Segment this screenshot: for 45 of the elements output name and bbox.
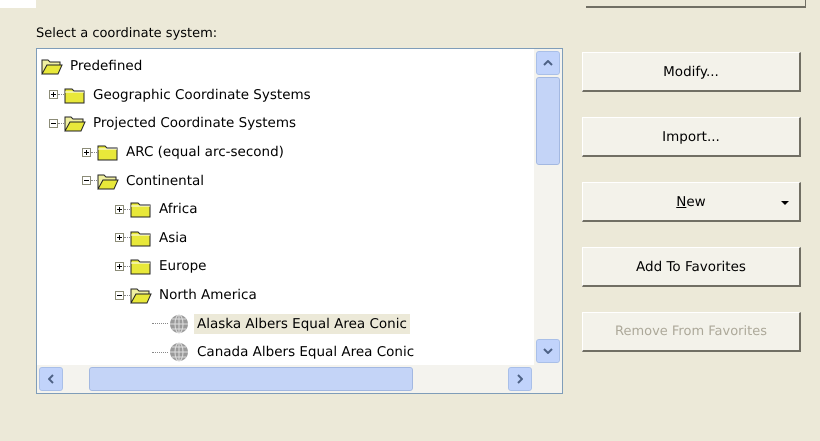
- folder-icon: [64, 86, 86, 104]
- folder-icon: [130, 257, 152, 276]
- action-button[interactable]: Modify...: [582, 52, 801, 92]
- horizontal-scrollbar[interactable]: [37, 365, 562, 393]
- tree-item[interactable]: Geographic Coordinate Systems: [90, 84, 314, 105]
- tree-item[interactable]: Projected Coordinate Systems: [90, 113, 300, 134]
- button-edge[interactable]: [586, 0, 806, 8]
- open-folder-icon: [64, 114, 86, 132]
- tree-item[interactable]: Predefined: [67, 56, 146, 76]
- scroll-up-button[interactable]: [536, 51, 560, 75]
- caret-icon: [781, 201, 789, 205]
- tree-item[interactable]: Canada Albers Equal Area Conic: [194, 342, 418, 362]
- tree-item[interactable]: North America: [156, 285, 260, 306]
- action-button[interactable]: Import...: [582, 117, 801, 157]
- vertical-scrollbar[interactable]: [534, 49, 562, 365]
- open-folder-icon: [97, 172, 119, 190]
- panel-edge: [0, 0, 36, 8]
- collapse-toggle[interactable]: [82, 176, 91, 186]
- expand-toggle[interactable]: [82, 148, 91, 157]
- tree-item[interactable]: Alaska Albers Equal Area Conic: [194, 314, 410, 334]
- globe-icon: [168, 342, 190, 362]
- scrollbar-thumb[interactable]: [536, 77, 560, 165]
- tree-item[interactable]: Asia: [156, 228, 190, 248]
- tree-item[interactable]: Continental: [123, 170, 208, 191]
- folder-icon: [97, 143, 119, 162]
- scroll-right-button[interactable]: [508, 367, 532, 391]
- collapse-toggle[interactable]: [115, 290, 124, 300]
- tree-item[interactable]: Europe: [156, 256, 210, 276]
- tree-item[interactable]: Africa: [156, 199, 201, 220]
- dropdown-button[interactable]: New: [582, 182, 801, 222]
- expand-toggle[interactable]: [115, 204, 124, 214]
- collapse-toggle[interactable]: [49, 118, 58, 128]
- expand-toggle[interactable]: [115, 233, 124, 242]
- action-button[interactable]: Add To Favorites: [582, 247, 801, 287]
- tree-item[interactable]: ARC (equal arc-second): [123, 142, 287, 162]
- scrollbar-thumb[interactable]: [89, 367, 413, 391]
- expand-toggle[interactable]: [49, 90, 58, 100]
- folder-icon: [130, 228, 152, 247]
- scroll-down-button[interactable]: [536, 339, 560, 363]
- open-folder-icon: [130, 286, 152, 304]
- scroll-left-button[interactable]: [39, 367, 63, 391]
- globe-icon: [168, 314, 190, 334]
- folder-icon: [130, 200, 152, 218]
- field-label: Select a coordinate system:: [36, 25, 218, 43]
- expand-toggle[interactable]: [115, 262, 124, 271]
